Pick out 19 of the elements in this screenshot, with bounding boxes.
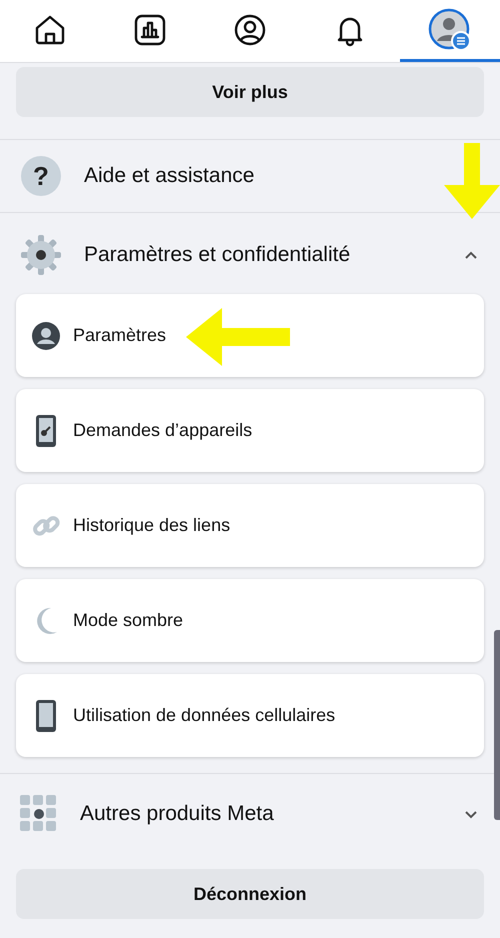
- settings-item-card[interactable]: Paramètres: [16, 294, 484, 377]
- settings-privacy-row[interactable]: Paramètres et confidentialité: [0, 225, 440, 285]
- app-grid-icon: [20, 795, 58, 833]
- settings-icon: [20, 234, 62, 276]
- settings-item-card[interactable]: Demandes d’appareils: [16, 389, 484, 472]
- settings-item-card[interactable]: Mode sombre: [16, 579, 484, 662]
- see-more-button[interactable]: Voir plus: [16, 67, 484, 117]
- avatar-menu-icon: [428, 8, 472, 52]
- chevron-up-icon[interactable]: [464, 250, 478, 260]
- chevron-down-icon[interactable]: [464, 810, 478, 818]
- other-products-row[interactable]: Autres produits Meta: [0, 784, 440, 844]
- settings-item-card[interactable]: Historique des liens: [16, 484, 484, 567]
- profile-icon: [233, 12, 267, 46]
- account-icon: [31, 320, 61, 350]
- settings-item-card[interactable]: Utilisation de données cellulaires: [16, 674, 484, 757]
- help-row[interactable]: ? Aide et assistance: [0, 140, 440, 212]
- chart-icon: [133, 12, 167, 46]
- logout-button[interactable]: Déconnexion: [16, 869, 484, 919]
- help-icon: ?: [20, 155, 62, 197]
